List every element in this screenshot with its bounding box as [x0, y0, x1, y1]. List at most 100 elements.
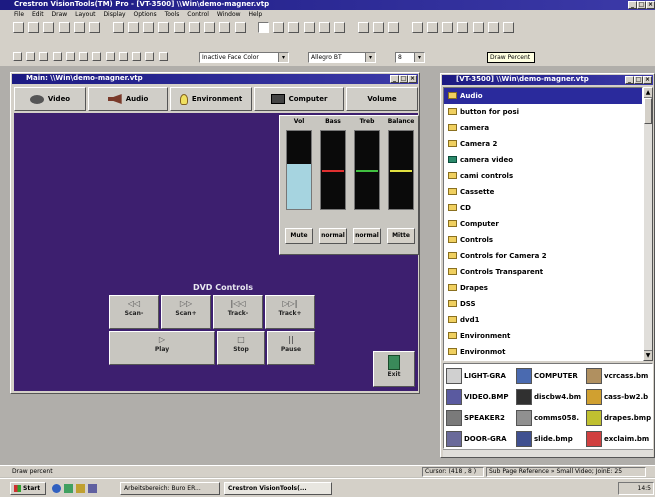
rectangle-tool-icon[interactable] — [273, 22, 285, 33]
volume-channel-button[interactable]: Mute — [285, 228, 313, 244]
volume-channel-button[interactable]: normal — [319, 228, 347, 244]
cut-icon[interactable] — [158, 22, 170, 33]
quicklaunch-outlook-icon[interactable] — [76, 484, 85, 493]
text-tool-icon[interactable] — [288, 22, 300, 33]
menu-file[interactable]: File — [14, 11, 24, 18]
context-help-icon[interactable] — [234, 22, 246, 33]
thumbnail-item[interactable]: DOOR-GRA — [446, 429, 514, 448]
scroll-thumb[interactable] — [644, 98, 652, 124]
volume-channel-slider[interactable] — [320, 130, 346, 210]
minimize-button[interactable]: _ — [625, 76, 634, 84]
circle-tool-icon[interactable] — [334, 22, 346, 33]
task-crestron[interactable]: Crestron VisionTools(... — [224, 482, 332, 495]
task-arbeitsbereich[interactable]: Arbeitsbereich: Buro ER... — [120, 482, 220, 495]
page-list-item[interactable]: camera video — [444, 152, 642, 168]
help-icon[interactable] — [219, 22, 231, 33]
tab-audio[interactable]: Audio — [88, 87, 168, 111]
font-size-select[interactable]: 8 ▾ — [395, 52, 425, 63]
space-across-icon[interactable] — [92, 52, 102, 61]
scan-back-button[interactable]: ◁◁ Scan- — [109, 295, 159, 329]
align-top-icon[interactable] — [39, 52, 49, 61]
new-file-icon[interactable] — [13, 22, 24, 33]
start-button[interactable]: Start — [10, 482, 46, 495]
page-list-item[interactable]: Controls Transparent — [444, 264, 642, 280]
page-list-item[interactable]: CD — [444, 200, 642, 216]
align-left-icon[interactable] — [13, 52, 22, 61]
tab-computer[interactable]: Computer — [254, 87, 344, 111]
menu-edit[interactable]: Edit — [32, 11, 44, 18]
page-icon[interactable] — [127, 22, 139, 33]
stop-button[interactable]: □ Stop — [217, 331, 265, 365]
page-list-item[interactable]: Camera 2 — [444, 136, 642, 152]
thumbnail-item[interactable]: slide.bmp — [516, 429, 584, 448]
volume-channel-button[interactable]: Mitte — [387, 228, 415, 244]
volume-channel-button[interactable]: normal — [353, 228, 381, 244]
save-all-icon[interactable] — [58, 22, 70, 33]
copy-icon[interactable] — [173, 22, 185, 33]
page-list-scrollbar[interactable]: ▲ ▼ — [643, 87, 653, 361]
gauge-tool-icon[interactable] — [357, 22, 369, 33]
tab-environment[interactable]: Environment — [170, 87, 252, 111]
menu-tools[interactable]: Tools — [165, 11, 180, 18]
close-button[interactable]: × — [408, 75, 417, 83]
maximize-button[interactable]: □ — [399, 75, 408, 83]
page-list-item[interactable]: Controls — [444, 232, 642, 248]
thumbnail-hscrollbar[interactable] — [443, 449, 653, 457]
video-tool-icon[interactable] — [457, 22, 469, 33]
page-list-item[interactable]: button for posi — [444, 104, 642, 120]
menu-display[interactable]: Display — [103, 11, 125, 18]
save-icon[interactable] — [43, 22, 55, 33]
menu-layout[interactable]: Layout — [75, 11, 95, 18]
thumbnail-item[interactable]: exclaim.bm — [586, 429, 652, 448]
paste-icon[interactable] — [188, 22, 200, 33]
thumbnail-item[interactable]: discbw4.bm — [516, 387, 584, 406]
thumbnail-item[interactable]: COMPUTER — [516, 366, 584, 385]
page-list-item[interactable]: Controls for Camera 2 — [444, 248, 642, 264]
thumbnail-item[interactable]: comms058. — [516, 408, 584, 427]
quicklaunch-desktop-icon[interactable] — [64, 484, 73, 493]
slider-tool-icon[interactable] — [411, 22, 423, 33]
maximize-button[interactable]: □ — [637, 1, 646, 9]
open-file-icon[interactable] — [28, 22, 40, 33]
pause-button[interactable]: || Pause — [267, 331, 315, 365]
pointer-tool-icon[interactable] — [257, 22, 269, 33]
quicklaunch-ie-icon[interactable] — [52, 484, 61, 493]
thumbnail-item[interactable]: SPEAKER2 — [446, 408, 514, 427]
page-list-item[interactable]: dvd1 — [444, 312, 642, 328]
dropdown-arrow-icon[interactable]: ▾ — [278, 53, 288, 62]
volume-channel-slider[interactable] — [286, 130, 312, 210]
undo-icon[interactable] — [204, 22, 216, 33]
quicklaunch-channel-icon[interactable] — [88, 484, 97, 493]
page-list-item[interactable]: Environment — [444, 328, 642, 344]
frame-tool-icon[interactable] — [372, 22, 384, 33]
close-button[interactable]: × — [646, 1, 655, 9]
print-icon[interactable] — [73, 22, 85, 33]
thumbnail-item[interactable]: LIGHT-GRA — [446, 366, 514, 385]
page-list-item[interactable]: Cassette — [444, 184, 642, 200]
list-tool-icon[interactable] — [426, 22, 438, 33]
thumbnail-item[interactable]: drapes.bmp — [586, 408, 652, 427]
play-button[interactable]: ▷ Play — [109, 331, 215, 365]
menu-draw[interactable]: Draw — [52, 11, 68, 18]
bring-front-icon[interactable] — [132, 52, 142, 61]
tab-volume[interactable]: Volume — [346, 87, 418, 111]
image-tool-icon[interactable] — [442, 22, 454, 33]
print-preview-icon[interactable] — [143, 22, 155, 33]
compile-icon[interactable] — [89, 22, 101, 33]
font-select[interactable]: Allegro BT ▾ — [308, 52, 376, 63]
subpage-tool-icon[interactable] — [388, 22, 400, 33]
volume-channel-slider[interactable] — [388, 130, 414, 210]
track-back-button[interactable]: |◁◁ Track- — [213, 295, 263, 329]
page-list-item[interactable]: DSS — [444, 296, 642, 312]
grid-icon[interactable] — [112, 22, 124, 33]
same-size-icon[interactable] — [118, 52, 128, 61]
thumbnail-item[interactable]: vcrcass.bm — [586, 366, 652, 385]
center-horizontal-icon[interactable] — [65, 52, 75, 61]
exit-button[interactable]: Exit — [373, 351, 415, 387]
menu-window[interactable]: Window — [217, 11, 241, 18]
thumbnail-item[interactable]: cass-bw2.b — [586, 387, 652, 406]
thumbnail-item[interactable]: VIDEO.BMP — [446, 387, 514, 406]
menu-options[interactable]: Options — [133, 11, 156, 18]
align-bottom-icon[interactable] — [52, 52, 62, 61]
page-list-item[interactable]: Environmot — [444, 344, 642, 360]
